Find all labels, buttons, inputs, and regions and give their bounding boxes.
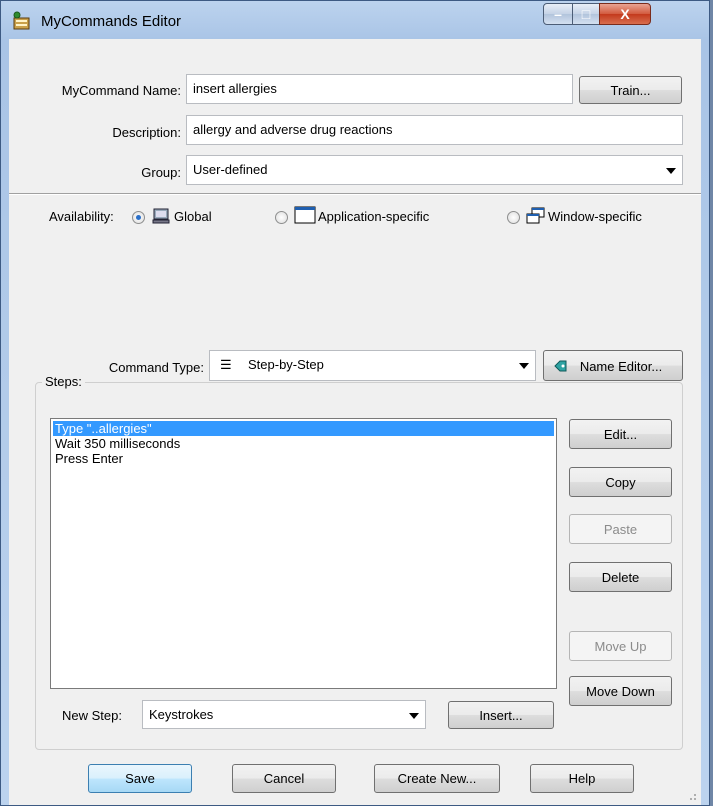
tag-icon (554, 360, 567, 372)
close-button[interactable]: X (599, 3, 651, 25)
close-icon: X (620, 6, 630, 22)
mycommands-icon (13, 11, 30, 30)
save-button[interactable]: Save (88, 764, 192, 793)
minimize-button[interactable]: – (543, 3, 573, 25)
group-select-value: User-defined (193, 162, 268, 177)
description-label: Description: (112, 125, 181, 140)
create-new-button[interactable]: Create New... (374, 764, 500, 793)
list-icon: ☰ (220, 357, 232, 372)
move-down-button[interactable]: Move Down (569, 676, 672, 706)
group-label: Group: (141, 165, 181, 180)
radio-application-specific[interactable] (275, 211, 288, 224)
mycommands-editor-window: MyCommands Editor – □ X MyCommand Name: … (0, 0, 710, 806)
global-option-label[interactable]: Global (174, 209, 212, 224)
description-input[interactable]: allergy and adverse drug reactions (186, 115, 683, 145)
window-title: MyCommands Editor (41, 13, 182, 30)
train-button[interactable]: Train... (579, 76, 682, 104)
command-type-select[interactable]: ☰ Step-by-Step (209, 350, 536, 381)
command-type-value: Step-by-Step (248, 357, 324, 372)
computer-icon (152, 208, 170, 224)
chevron-down-icon (666, 168, 676, 174)
list-item[interactable]: Press Enter (53, 451, 554, 466)
application-specific-option-label[interactable]: Application-specific (318, 209, 429, 224)
command-type-label: Command Type: (108, 360, 204, 375)
availability-label: Availability: (49, 209, 114, 224)
steps-title: Steps: (42, 374, 85, 389)
application-window-icon (294, 206, 316, 224)
new-step-select[interactable]: Keystrokes (142, 700, 426, 729)
minimize-icon: – (554, 6, 562, 22)
list-item[interactable]: Wait 350 milliseconds (53, 436, 554, 451)
group-select[interactable]: User-defined (186, 155, 683, 185)
divider (9, 193, 701, 195)
dialog-body: MyCommand Name: insert allergies Train..… (9, 39, 701, 805)
new-step-value: Keystrokes (149, 707, 214, 722)
help-button[interactable]: Help (530, 764, 634, 793)
chevron-down-icon (409, 713, 419, 719)
steps-group: Steps: Type "..allergies" Wait 350 milli… (35, 374, 683, 750)
copy-button[interactable]: Copy (569, 467, 672, 497)
resize-grip-icon[interactable] (687, 791, 697, 801)
mycommand-name-label: MyCommand Name: (61, 83, 181, 98)
edit-button[interactable]: Edit... (569, 419, 672, 449)
new-step-label: New Step: (62, 708, 122, 723)
steps-list[interactable]: Type "..allergies" Wait 350 milliseconds… (50, 418, 557, 689)
radio-global[interactable] (132, 211, 145, 224)
radio-selected-dot (136, 215, 141, 220)
list-item[interactable]: Type "..allergies" (53, 421, 554, 436)
windows-icon (526, 207, 545, 224)
maximize-icon: □ (581, 6, 591, 22)
chevron-down-icon (519, 363, 529, 369)
radio-window-specific[interactable] (507, 211, 520, 224)
window-specific-option-label[interactable]: Window-specific (548, 209, 642, 224)
insert-button[interactable]: Insert... (448, 701, 554, 729)
name-editor-button[interactable]: Name Editor... (543, 350, 683, 381)
paste-button[interactable]: Paste (569, 514, 672, 544)
delete-button[interactable]: Delete (569, 562, 672, 592)
cancel-button[interactable]: Cancel (232, 764, 336, 793)
move-up-button[interactable]: Move Up (569, 631, 672, 661)
title-bar[interactable]: MyCommands Editor – □ X (1, 1, 709, 39)
name-editor-label: Name Editor... (579, 359, 663, 374)
maximize-button[interactable]: □ (572, 3, 600, 25)
mycommand-name-input[interactable]: insert allergies (186, 74, 573, 104)
